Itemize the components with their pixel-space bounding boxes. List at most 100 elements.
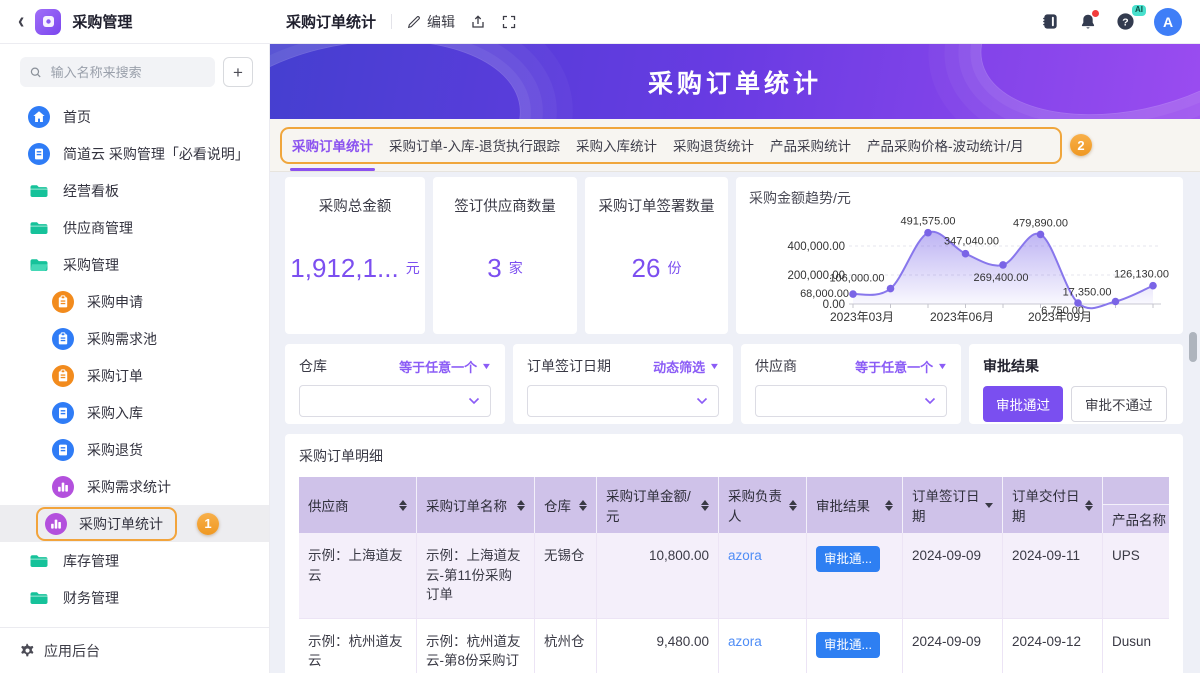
add-app-button[interactable]: + bbox=[223, 57, 253, 87]
cell-order_name: 示例：杭州道友云-第8份采购订单 bbox=[417, 618, 535, 673]
sidebar-item-8[interactable]: 采购入库 bbox=[0, 394, 269, 431]
approval-fail-button[interactable]: 审批不通过 bbox=[1071, 386, 1167, 422]
column-header-4[interactable]: 采购负责人 bbox=[719, 477, 807, 533]
sidebar-item-12[interactable]: 库存管理 bbox=[0, 542, 269, 579]
caret-down-icon: ▼ bbox=[936, 361, 949, 371]
stat-unit: 份 bbox=[667, 260, 682, 276]
fullscreen-icon[interactable] bbox=[501, 14, 517, 30]
sidebar-item-4[interactable]: 采购管理 bbox=[0, 246, 269, 283]
tab-0[interactable]: 采购订单统计 bbox=[290, 119, 375, 171]
column-header-6[interactable]: 订单签订日期 bbox=[903, 477, 1003, 533]
sidebar: + 首页简道云 采购管理「必看说明」经营看板供应商管理采购管理采购申请采购需求池… bbox=[0, 44, 270, 673]
top-bar-center: 采购订单统计 编辑 bbox=[270, 11, 517, 32]
sidebar-item-label: 采购需求池 bbox=[87, 330, 157, 347]
stat-row: 采购总金额 1,912,1... 元 签订供应商数量 3家 采购订单签署数量 26… bbox=[285, 177, 1183, 334]
sidebar-item-13[interactable]: 财务管理 bbox=[0, 579, 269, 616]
sidebar-item-2[interactable]: 经营看板 bbox=[0, 172, 269, 209]
tab-4[interactable]: 产品采购统计 bbox=[770, 119, 851, 171]
owner-link[interactable]: azora bbox=[728, 634, 762, 649]
folder-icon bbox=[28, 180, 50, 202]
sidebar-item-label: 采购需求统计 bbox=[87, 478, 171, 495]
column-header-0[interactable]: 供应商 bbox=[299, 477, 417, 533]
sidebar-item-9[interactable]: 采购退货 bbox=[0, 431, 269, 468]
sidebar-item-10[interactable]: 采购需求统计 bbox=[0, 468, 269, 505]
column-header-2[interactable]: 仓库 bbox=[535, 477, 597, 533]
approval-pass-button[interactable]: 审批通过 bbox=[983, 386, 1063, 422]
main-area: 采购订单统计 采购订单统计 采购订单-入库-退货执行跟踪 采购入库统计 采购退货统计产… bbox=[270, 44, 1200, 673]
cell-order_name: 示例：上海道友云-第11份采购订单 bbox=[417, 533, 535, 618]
edit-button[interactable]: 编辑 bbox=[407, 12, 455, 32]
order-detail-card: 采购订单明细 供应商 采购订单名称 仓库 采购订单金额/元 采购负责人 审批结果 订单签订日… bbox=[285, 434, 1183, 673]
avatar[interactable]: A bbox=[1154, 7, 1182, 36]
filter-label: 订单签订日期 bbox=[527, 358, 611, 374]
sidebar-item-3[interactable]: 供应商管理 bbox=[0, 209, 269, 246]
app-backend-button[interactable]: 应用后台 bbox=[0, 627, 269, 673]
column-header-label: 供应商 bbox=[308, 499, 349, 514]
svg-text:?: ? bbox=[1122, 17, 1128, 28]
column-header-7[interactable]: 订单交付日期 bbox=[1003, 477, 1103, 533]
sidebar-item-label: 采购管理 bbox=[63, 256, 119, 273]
column-header-3[interactable]: 采购订单金额/元 bbox=[597, 477, 719, 533]
sidebar-item-1[interactable]: 简道云 采购管理「必看说明」 bbox=[0, 135, 269, 172]
column-header-label: 订单交付日期 bbox=[1012, 489, 1080, 524]
column-header-label: 采购订单名称 bbox=[426, 499, 507, 514]
filter-operator[interactable]: 等于任意一个 ▼ bbox=[399, 357, 493, 376]
sidebar-menu: 首页 简道云 采购管理「必看说明」经营看板供应商管理采购管理采购申请采购需求池采购… bbox=[0, 96, 269, 627]
doc-icon bbox=[28, 142, 50, 165]
stat-value: 1,912,1... bbox=[290, 252, 399, 283]
search-box[interactable] bbox=[20, 57, 215, 87]
sidebar-item-0[interactable]: 首页 bbox=[0, 98, 269, 135]
tab-5[interactable]: 产品采购价格-波动统计/月 bbox=[867, 119, 1024, 171]
column-header-8[interactable]: 产品名称 bbox=[1103, 477, 1169, 533]
annotation-badge-1: 1 bbox=[197, 512, 219, 535]
chevron-down-icon bbox=[924, 397, 936, 405]
back-icon[interactable]: ‹ bbox=[18, 10, 24, 33]
top-bar-left: ‹ 采购管理 bbox=[0, 8, 270, 35]
approval-status-badge: 审批通... bbox=[816, 546, 880, 573]
stat-unit: 元 bbox=[405, 260, 420, 276]
column-header-5[interactable]: 审批结果 bbox=[807, 477, 903, 533]
supplier-select[interactable] bbox=[755, 385, 947, 417]
svg-text:126,130.00: 126,130.00 bbox=[1114, 269, 1169, 281]
address-book-icon[interactable] bbox=[1041, 12, 1060, 31]
svg-text:347,040.00: 347,040.00 bbox=[944, 236, 999, 248]
search-input[interactable] bbox=[48, 63, 205, 81]
sidebar-item-5[interactable]: 采购申请 bbox=[0, 283, 269, 320]
notification-bell-icon[interactable] bbox=[1079, 10, 1099, 31]
filter-approval-result: 审批结果 审批通过 审批不通过 bbox=[969, 344, 1183, 424]
filter-operator[interactable]: 等于任意一个 ▼ bbox=[855, 357, 949, 376]
sidebar-item-label: 库存管理 bbox=[63, 552, 119, 569]
svg-text:2023年09月: 2023年09月 bbox=[1028, 310, 1092, 324]
owner-link[interactable]: azora bbox=[728, 548, 762, 563]
tab-1[interactable]: 采购订单-入库-退货执行跟踪 bbox=[389, 119, 560, 171]
warehouse-select[interactable] bbox=[299, 385, 491, 417]
dashboard-title: 采购订单统计 bbox=[286, 14, 377, 31]
annotation-badge-2: 2 bbox=[1070, 134, 1092, 156]
table-row-1[interactable]: 示例：杭州道友云示例：杭州道友云-第8份采购订单杭州仓9,480.00 azora… bbox=[299, 618, 1169, 673]
column-header-1[interactable]: 采购订单名称 bbox=[417, 477, 535, 533]
share-icon[interactable] bbox=[470, 14, 486, 30]
app-title: 采购管理 bbox=[72, 14, 133, 31]
tab-2[interactable]: 采购入库统计 bbox=[576, 119, 657, 171]
cell-amount: 10,800.00 bbox=[597, 533, 719, 618]
sidebar-item-label: 经营看板 bbox=[63, 182, 119, 199]
sidebar-item-11[interactable]: 采购订单统计 1 bbox=[0, 505, 269, 542]
sidebar-item-6[interactable]: 采购需求池 bbox=[0, 320, 269, 357]
annotation-outline-1: 采购订单统计 bbox=[36, 506, 177, 541]
sidebar-item-7[interactable]: 采购订单 bbox=[0, 357, 269, 394]
filter-sign-date: 订单签订日期 动态筛选 ▼ bbox=[513, 344, 733, 424]
chart-title: 采购金额趋势/元 bbox=[749, 190, 851, 206]
stat-title: 采购总金额 bbox=[318, 199, 392, 215]
ai-badge: AI bbox=[1132, 5, 1146, 16]
stat-value: 3 bbox=[487, 252, 502, 283]
vertical-scrollbar-thumb[interactable] bbox=[1189, 332, 1197, 362]
home-icon bbox=[28, 105, 50, 128]
cell-amount: 9,480.00 bbox=[597, 618, 719, 673]
filter-operator[interactable]: 动态筛选 ▼ bbox=[653, 357, 720, 376]
caret-down-icon: ▼ bbox=[480, 361, 493, 371]
tab-3[interactable]: 采购退货统计 bbox=[673, 119, 754, 171]
sign-date-select[interactable] bbox=[527, 385, 719, 417]
table-row-0[interactable]: 示例：上海道友云 示例：上海道友云-第11份采购订单 无锡仓 10,800.00 azo… bbox=[299, 533, 1169, 619]
stat-card-order-count: 采购订单签署数量 26 份 bbox=[585, 177, 728, 334]
help-icon[interactable]: ? AI bbox=[1116, 5, 1146, 31]
